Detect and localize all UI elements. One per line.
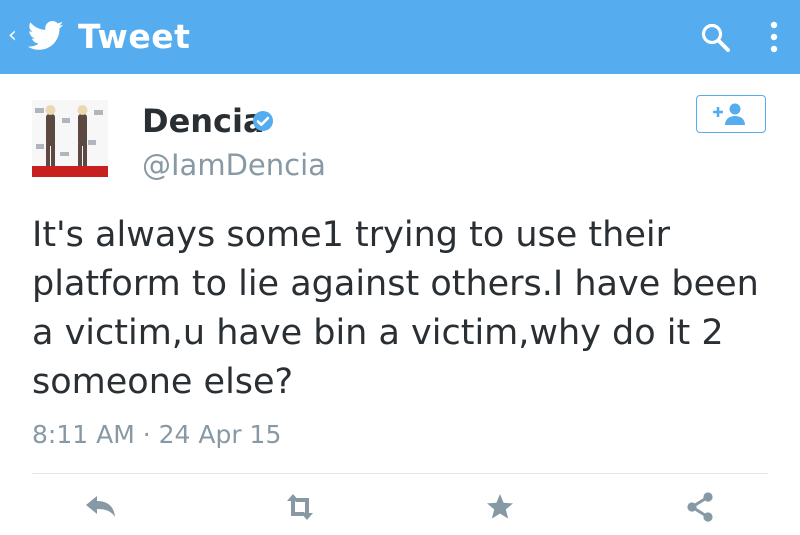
avatar[interactable] [32,100,108,177]
divider [32,473,768,474]
reply-icon[interactable] [82,490,118,524]
page-title: Tweet [78,17,191,56]
back-chevron-icon[interactable]: ‹ [8,22,17,50]
app-bar: ‹ Tweet [0,0,800,74]
tweet-text: It's always some1 trying to use their pl… [32,215,759,402]
author-handle[interactable]: @IamDencia [142,146,326,184]
follow-button[interactable] [696,95,766,133]
author-name[interactable]: Dencia [142,100,265,142]
search-icon[interactable] [700,22,732,54]
verified-badge-icon [253,111,273,131]
twitter-bird-icon[interactable] [28,20,64,52]
share-icon[interactable] [682,490,718,524]
add-user-icon [713,103,745,125]
more-vert-icon[interactable] [764,18,784,58]
retweet-icon[interactable] [282,490,318,524]
favorite-icon[interactable] [482,490,518,524]
tweet-timestamp: 8:11 AM · 24 Apr 15 [32,420,282,449]
